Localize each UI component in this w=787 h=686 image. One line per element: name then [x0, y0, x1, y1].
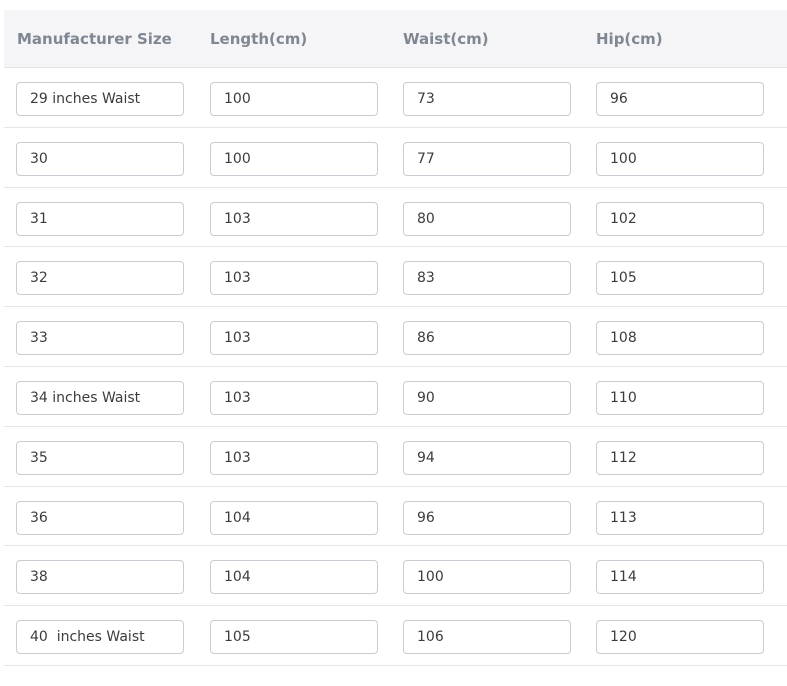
manufacturer-size-field[interactable]: 33 — [16, 321, 184, 356]
hip-field[interactable]: 108 — [596, 321, 764, 356]
waist-field[interactable]: 86 — [403, 321, 571, 356]
table-row: 31 103 80 102 — [4, 188, 787, 248]
length-field[interactable]: 103 — [210, 380, 378, 415]
hip-field[interactable]: 112 — [596, 440, 764, 475]
waist-field[interactable]: 83 — [403, 261, 571, 296]
header-waist: Waist(cm) — [403, 30, 489, 48]
length-field[interactable]: 103 — [210, 440, 378, 475]
length-field[interactable]: 105 — [210, 620, 378, 655]
table-body: 29 inches Waist 100 73 96 30 100 77 100 … — [0, 68, 787, 666]
waist-field[interactable]: 100 — [403, 560, 571, 595]
manufacturer-size-field[interactable]: 40 inches Waist — [16, 620, 184, 655]
waist-field[interactable]: 96 — [403, 500, 571, 535]
manufacturer-size-field[interactable]: 34 inches Waist — [16, 380, 184, 415]
waist-field[interactable]: 80 — [403, 201, 571, 236]
hip-field[interactable]: 110 — [596, 380, 764, 415]
table-row: 36 104 96 113 — [4, 487, 787, 547]
hip-field[interactable]: 100 — [596, 141, 764, 176]
manufacturer-size-field[interactable]: 35 — [16, 440, 184, 475]
table-row: 38 104 100 114 — [4, 546, 787, 607]
length-field[interactable]: 104 — [210, 500, 378, 535]
length-field[interactable]: 104 — [210, 560, 378, 595]
waist-field[interactable]: 90 — [403, 380, 571, 415]
manufacturer-size-field[interactable]: 36 — [16, 500, 184, 535]
length-field[interactable]: 100 — [210, 141, 378, 176]
hip-field[interactable]: 120 — [596, 620, 764, 655]
manufacturer-size-field[interactable]: 31 — [16, 201, 184, 236]
header-hip: Hip(cm) — [596, 30, 663, 48]
header-manufacturer-size: Manufacturer Size — [17, 30, 172, 48]
hip-field[interactable]: 114 — [596, 560, 764, 595]
length-field[interactable]: 103 — [210, 261, 378, 296]
manufacturer-size-field[interactable]: 29 inches Waist — [16, 82, 184, 116]
hip-field[interactable]: 113 — [596, 500, 764, 535]
table-row: 40 inches Waist 105 106 120 — [4, 606, 787, 666]
table-row: 30 100 77 100 — [4, 128, 787, 188]
table-row: 34 inches Waist 103 90 110 — [4, 367, 787, 427]
table-row: 29 inches Waist 100 73 96 — [4, 68, 787, 128]
waist-field[interactable]: 106 — [403, 620, 571, 655]
length-field[interactable]: 103 — [210, 201, 378, 236]
waist-field[interactable]: 73 — [403, 82, 571, 116]
size-chart-table: Manufacturer Size Length(cm) Waist(cm) H… — [0, 0, 787, 686]
hip-field[interactable]: 96 — [596, 82, 764, 116]
waist-field[interactable]: 77 — [403, 141, 571, 176]
manufacturer-size-field[interactable]: 32 — [16, 261, 184, 296]
hip-field[interactable]: 105 — [596, 261, 764, 296]
manufacturer-size-field[interactable]: 30 — [16, 141, 184, 176]
hip-field[interactable]: 102 — [596, 201, 764, 236]
manufacturer-size-field[interactable]: 38 — [16, 560, 184, 595]
table-row: 32 103 83 105 — [4, 247, 787, 308]
table-header-row: Manufacturer Size Length(cm) Waist(cm) H… — [4, 10, 787, 68]
waist-field[interactable]: 94 — [403, 440, 571, 475]
table-row: 35 103 94 112 — [4, 427, 787, 487]
length-field[interactable]: 103 — [210, 321, 378, 356]
table-row: 33 103 86 108 — [4, 307, 787, 367]
header-length: Length(cm) — [210, 30, 308, 48]
length-field[interactable]: 100 — [210, 82, 378, 116]
